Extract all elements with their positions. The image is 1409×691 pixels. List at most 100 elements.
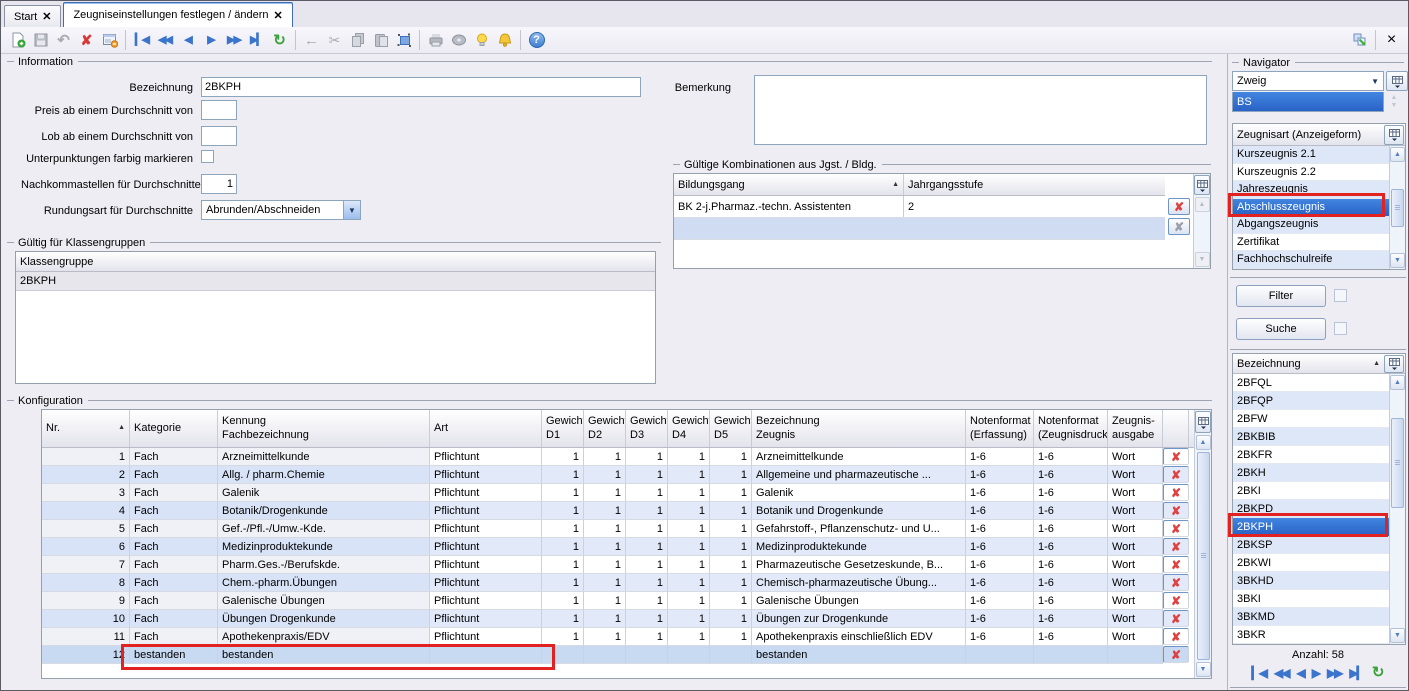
delete-row-button[interactable]: ✘ [1163,520,1189,537]
cell[interactable] [966,646,1034,664]
cell[interactable]: Fach [130,574,218,592]
cell[interactable]: Wort [1108,466,1163,484]
cell[interactable]: Pflichtunt [430,502,542,520]
cell[interactable]: 1 [584,466,626,484]
cell[interactable]: Pflichtunt [430,448,542,466]
column-header-bildungsgang[interactable]: Bildungsgang▲ [674,174,904,195]
disc-icon[interactable] [447,29,470,51]
cell[interactable]: 1-6 [1034,592,1108,610]
undo-icon[interactable]: ↶ [52,29,75,51]
cell[interactable]: 1 [584,520,626,538]
cell[interactable]: 1 [668,556,710,574]
nav-prev-icon[interactable]: ◀ [176,29,199,51]
cell[interactable]: 1 [710,574,752,592]
cell[interactable]: 1 [626,466,668,484]
cell[interactable]: Pflichtunt [430,556,542,574]
cell[interactable]: Galenik [752,484,966,502]
cell[interactable]: 1 [542,538,584,556]
cell[interactable]: 1 [542,556,584,574]
column-header-jahrgangsstufe[interactable]: Jahrgangsstufe [904,174,1165,195]
cell[interactable]: Apothekenpraxis einschließlich EDV [752,628,966,646]
scroll-up-icon[interactable]: ▲ [1390,375,1405,390]
cell[interactable]: 1 [626,628,668,646]
cell[interactable]: 1-6 [1034,574,1108,592]
table-row[interactable]: 1FachArzneimittelkundePflichtunt11111Arz… [42,448,1194,466]
close-window-icon[interactable]: × [1380,29,1403,51]
list-item[interactable]: 3BKMD [1233,608,1389,626]
zeugnisart-header[interactable]: Zeugnisart (Anzeigeform) [1233,124,1384,145]
cell[interactable]: 10 [42,610,130,628]
cell[interactable] [584,646,626,664]
cell[interactable]: 1 [42,448,130,466]
cell[interactable]: 1-6 [1034,502,1108,520]
list-item[interactable]: 3BKR [1233,626,1389,644]
cell[interactable]: Chemisch-pharmazeutische Übung... [752,574,966,592]
dropdown-arrow-icon[interactable]: ▼ [343,201,360,219]
cell[interactable]: 1-6 [1034,538,1108,556]
cell[interactable]: 1 [626,448,668,466]
cell[interactable]: 1-6 [966,556,1034,574]
cell[interactable]: Wort [1108,538,1163,556]
cell[interactable]: Fach [130,520,218,538]
column-header[interactable]: Gewicht D4 [668,410,710,447]
column-header[interactable]: Notenformat (Erfassung) [966,410,1034,447]
table-row[interactable]: 11FachApothekenpraxis/EDVPflichtunt11111… [42,628,1194,646]
cell[interactable]: Wort [1108,574,1163,592]
nav-first-icon[interactable]: ▎◀ [1248,666,1270,680]
list-item[interactable]: 2BKFR [1233,446,1389,464]
nav-fast-prev-icon[interactable]: ◀◀ [1270,666,1292,680]
nav-first-icon[interactable]: ▎◀ [130,29,153,51]
cell[interactable]: 1 [542,502,584,520]
cell[interactable]: Allg. / pharm.Chemie [218,466,430,484]
cell[interactable]: Pflichtunt [430,592,542,610]
scroll-thumb[interactable] [1391,418,1404,508]
delete-row-button[interactable]: ✘ [1163,538,1189,555]
cell[interactable]: bestanden [752,646,966,664]
cell-jahrgangsstufe[interactable]: 2 [904,196,1165,217]
cell[interactable]: Wort [1108,628,1163,646]
cell[interactable]: 1 [668,610,710,628]
delete-kombination-button[interactable]: ✘ [1168,198,1190,215]
tab-start[interactable]: Start ✕ [4,5,61,27]
cell[interactable]: 11 [42,628,130,646]
cell[interactable]: 1-6 [966,610,1034,628]
cell[interactable]: Pflichtunt [430,574,542,592]
bezeichnung-input[interactable] [201,77,641,97]
list-item[interactable]: Abschlusszeugnis [1233,199,1389,217]
cell[interactable]: 1 [626,538,668,556]
tab-zeugniseinstellungen[interactable]: Zeugniseinstellungen festlegen / ändern … [63,2,292,27]
cell[interactable]: bestanden [218,646,430,664]
kombinationen-scrollbar[interactable]: ▲ ▼ [1193,174,1210,268]
field-chooser-icon[interactable] [1386,71,1408,91]
cell-bildungsgang[interactable]: BK 2-j.Pharmaz.-techn. Assistenten [674,196,904,217]
column-header[interactable]: Art [430,410,542,447]
table-row[interactable]: 2FachAllg. / pharm.ChemiePflichtunt11111… [42,466,1194,484]
cell[interactable]: Pflichtunt [430,520,542,538]
cell[interactable]: 1 [668,628,710,646]
nav-last-icon[interactable]: ▶▎ [1345,666,1367,680]
cell[interactable]: Pharm.Ges.-/Berufskde. [218,556,430,574]
cell[interactable] [668,646,710,664]
scroll-down-icon[interactable]: ▼ [1390,253,1405,268]
table-row[interactable]: BK 2-j.Pharmaz.-techn. Assistenten2 [674,196,1165,218]
suche-checkbox[interactable] [1334,322,1347,335]
cell[interactable]: Pflichtunt [430,466,542,484]
column-header[interactable]: Gewicht D1 [542,410,584,447]
cell[interactable]: 1 [542,448,584,466]
form-remove-icon[interactable] [98,29,121,51]
table-row[interactable]: 6FachMedizinproduktekundePflichtunt11111… [42,538,1194,556]
cell[interactable]: Wort [1108,502,1163,520]
cell[interactable]: 1-6 [966,628,1034,646]
cell[interactable]: 1 [710,556,752,574]
cell[interactable]: 1 [584,556,626,574]
cell[interactable]: 1 [584,610,626,628]
list-item[interactable]: 3BKI [1233,590,1389,608]
table-row[interactable]: 12bestandenbestandenbestanden✘ [42,646,1194,664]
list-item[interactable]: Kurszeugnis 2.1 [1233,146,1389,164]
list-item[interactable]: 2BKPD [1233,500,1389,518]
field-chooser-icon[interactable] [1384,125,1404,145]
cell[interactable]: Fach [130,610,218,628]
cell[interactable]: 1 [542,466,584,484]
cell[interactable] [710,646,752,664]
cell[interactable]: 1 [710,502,752,520]
